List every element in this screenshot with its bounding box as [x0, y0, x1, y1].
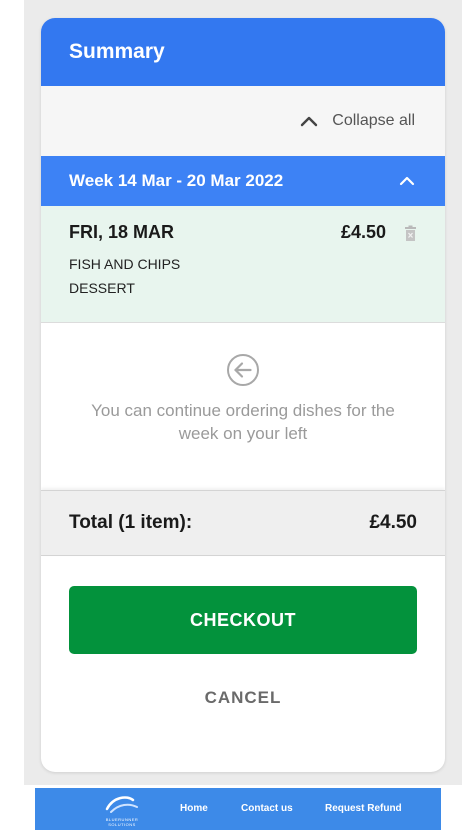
- footer-link-home[interactable]: Home: [180, 803, 208, 814]
- order-entry: FRI, 18 MAR £4.50 FISH AND CHIPS DESSERT: [41, 206, 445, 323]
- order-item: FISH AND CHIPS: [69, 256, 181, 272]
- checkout-label: CHECKOUT: [190, 609, 296, 630]
- summary-card: Summary Collapse all Week 14 Mar - 20 Ma…: [41, 18, 445, 772]
- total-label: Total (1 item):: [69, 512, 193, 533]
- total-row: Total (1 item): £4.50: [41, 490, 445, 556]
- company-logo[interactable]: BLUERUNNER SOLUTIONS: [97, 791, 147, 827]
- order-day: FRI, 18 MAR: [69, 222, 175, 242]
- arrow-left-circle-icon: [227, 354, 259, 386]
- footer-link-contact[interactable]: Contact us: [241, 803, 293, 814]
- footer: BLUERUNNER SOLUTIONS Home Contact us Req…: [35, 788, 441, 830]
- summary-header: Summary: [41, 18, 445, 86]
- order-price: £4.50: [340, 222, 386, 242]
- checkout-button[interactable]: CHECKOUT: [69, 586, 417, 654]
- week-header[interactable]: Week 14 Mar - 20 Mar 2022: [41, 156, 445, 206]
- total-value: £4.50: [369, 512, 417, 533]
- week-label: Week 14 Mar - 20 Mar 2022: [69, 171, 284, 190]
- summary-title: Summary: [69, 40, 165, 63]
- logo-swoosh-icon: [105, 796, 138, 813]
- continue-ordering-hint: You can continue ordering dishes for the…: [41, 323, 445, 490]
- chevron-up-icon: [301, 116, 318, 127]
- collapse-all-button[interactable]: Collapse all: [41, 86, 445, 156]
- order-item: DESSERT: [69, 280, 135, 296]
- hint-text: You can continue ordering dishes for the…: [91, 401, 395, 443]
- footer-link-refund[interactable]: Request Refund: [325, 803, 402, 814]
- trash-icon[interactable]: [404, 225, 417, 241]
- cancel-button[interactable]: CANCEL: [41, 688, 445, 708]
- chevron-up-icon[interactable]: [399, 175, 415, 187]
- cancel-label: CANCEL: [204, 688, 282, 707]
- collapse-all-label: Collapse all: [332, 112, 415, 129]
- logo-text: BLUERUNNER SOLUTIONS: [105, 817, 139, 827]
